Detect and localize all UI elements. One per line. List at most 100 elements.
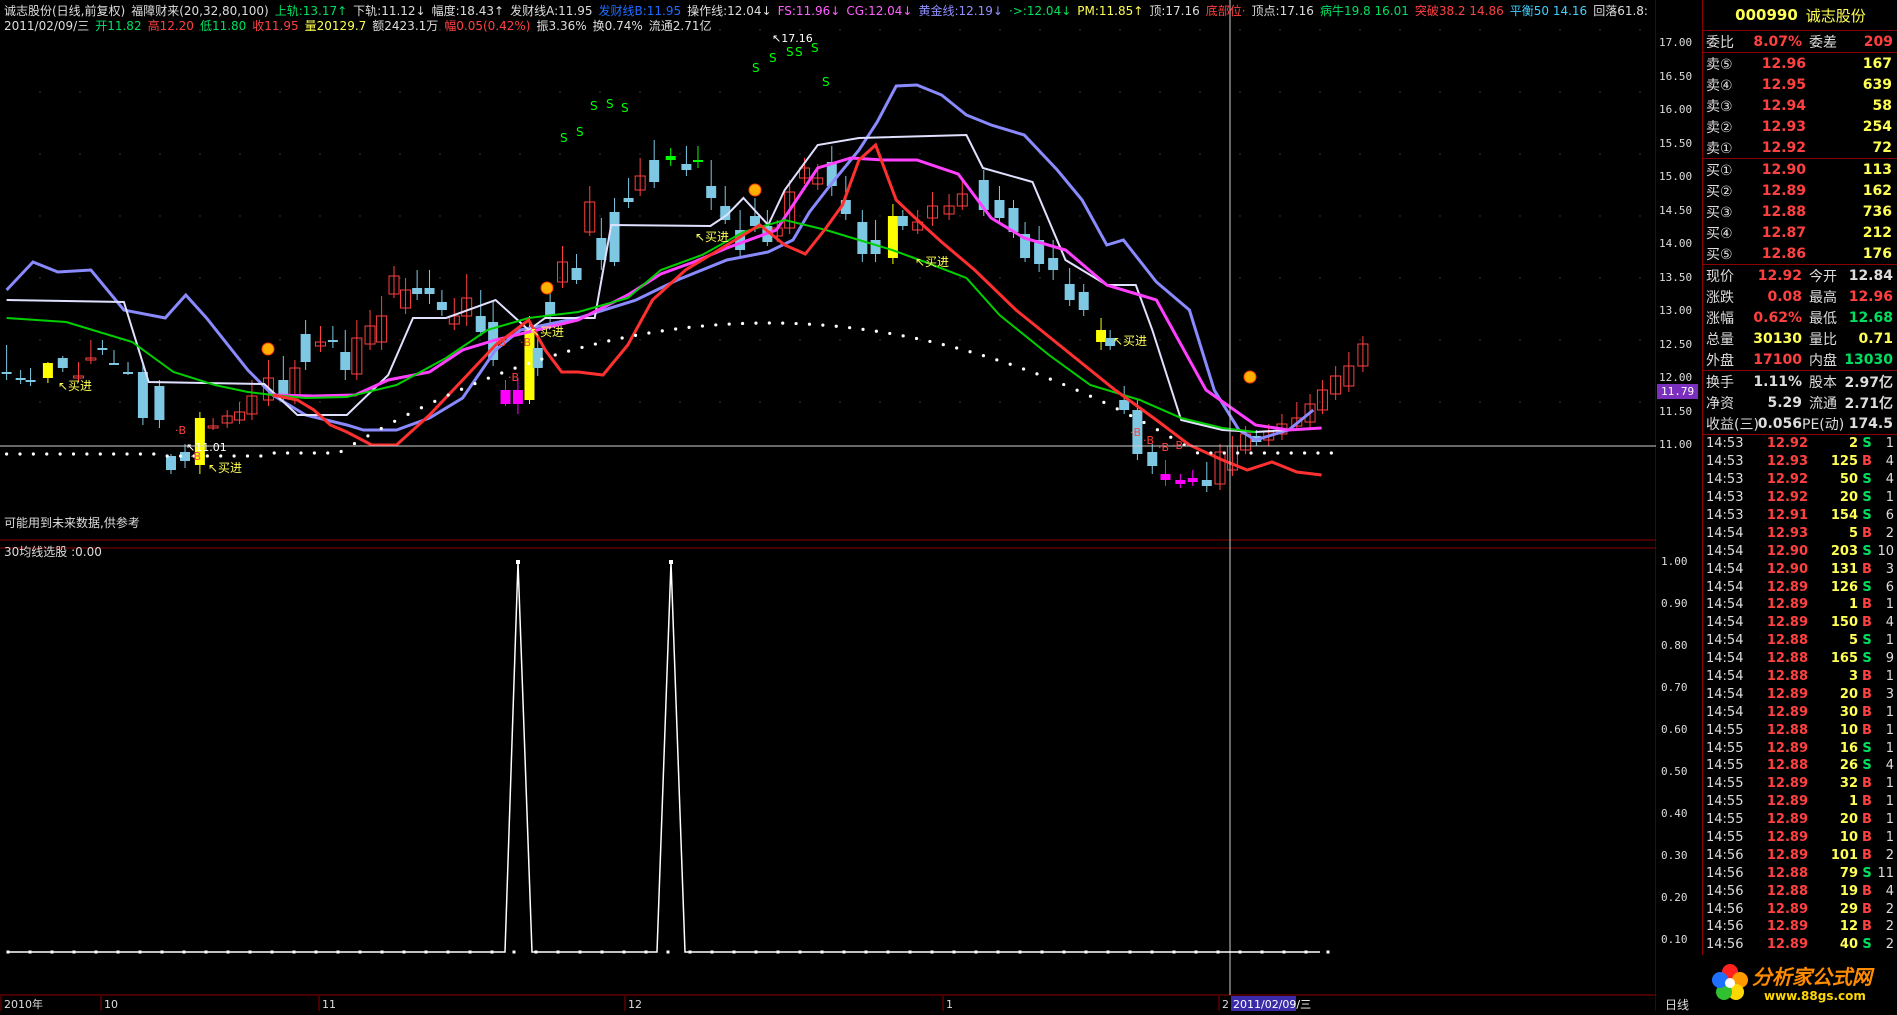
grid-dot	[1399, 277, 1401, 279]
tick-row[interactable]: 14:54 12.90 131 B 3	[1703, 560, 1897, 578]
tick-row[interactable]: 14:54 12.93 5 B 2	[1703, 524, 1897, 542]
tick-row[interactable]: 14:54 12.88 165 S 9	[1703, 650, 1897, 668]
sar-dot	[861, 327, 865, 331]
s-mark: S	[576, 125, 584, 139]
sar-dot	[138, 452, 143, 456]
grid-dot	[1319, 339, 1321, 341]
sar-dot	[259, 454, 263, 458]
grid-dot	[1359, 277, 1361, 279]
order-row: 卖④ 12.95 639	[1703, 74, 1897, 95]
grid-dot	[559, 91, 561, 93]
tick-row[interactable]: 14:53 12.92 50 S 4	[1703, 471, 1897, 489]
grid-dot	[879, 215, 881, 217]
candle-body	[857, 222, 868, 254]
tick-row[interactable]: 14:56 12.89 40 S 2	[1703, 936, 1897, 954]
tick-time: 14:54	[1706, 543, 1744, 559]
price-tick: 17.00	[1659, 36, 1693, 49]
date-label: 2010年	[4, 997, 43, 1011]
tick-count: 1	[1885, 669, 1894, 685]
signal-dot	[336, 950, 340, 954]
tick-price: 12.88	[1766, 722, 1808, 738]
b-mark: ·B	[1158, 441, 1169, 454]
tick-time: 14:56	[1706, 901, 1744, 917]
tick-row[interactable]: 14:53 12.93 125 B 4	[1703, 453, 1897, 471]
sub-tick: 0.70	[1661, 681, 1688, 694]
sub-tick: 0.10	[1661, 933, 1688, 946]
order-price: 12.90	[1761, 161, 1806, 178]
tick-row[interactable]: 14:55 12.88 10 B 1	[1703, 721, 1897, 739]
tick-row[interactable]: 14:56 12.89 29 B 2	[1703, 900, 1897, 918]
weibi-row: 委比 8.07% 委差 209	[1703, 31, 1897, 53]
grid-dot	[1119, 29, 1121, 31]
order-price: 12.93	[1761, 118, 1806, 135]
grid-dot	[559, 215, 561, 217]
stat-row: 涨跌 0.08 最高 12.96	[1703, 286, 1897, 307]
grid-dot	[599, 153, 601, 155]
tick-row[interactable]: 14:54 12.88 5 S 1	[1703, 632, 1897, 650]
tick-row[interactable]: 14:55 12.89 20 B 1	[1703, 811, 1897, 829]
kline-chart[interactable]: ↖买进↖买进↖买进↖买进↖买进↖买进·B·B·B ·B·B·B·B·B ·BS SS S…	[0, 0, 1656, 1011]
tick-count: 4	[1885, 615, 1894, 631]
grid-dot	[1319, 277, 1321, 279]
tick-price: 12.88	[1766, 758, 1808, 774]
grid-dot	[719, 339, 721, 341]
grid-dot	[439, 91, 441, 93]
tick-row[interactable]: 14:56 12.89 12 B 2	[1703, 918, 1897, 936]
candle-body	[500, 390, 511, 404]
sar-dot	[848, 326, 852, 330]
tick-row[interactable]: 14:55 12.88 26 S 4	[1703, 757, 1897, 775]
sar-dot	[553, 353, 557, 357]
candle-body	[1078, 292, 1089, 310]
order-volume: 58	[1872, 97, 1892, 114]
candle-body	[25, 380, 36, 382]
tick-row[interactable]: 14:56 12.88 79 S 11	[1703, 864, 1897, 882]
tick-row[interactable]: 14:55 12.89 10 B 1	[1703, 829, 1897, 847]
tick-row[interactable]: 14:54 12.89 20 B 3	[1703, 685, 1897, 703]
grid-dot	[999, 401, 1001, 403]
tick-row[interactable]: 14:54 12.89 30 B 1	[1703, 703, 1897, 721]
candle-body	[15, 378, 26, 380]
sar-dot	[714, 323, 718, 327]
sar-dot	[152, 452, 156, 456]
price-tick: 12.50	[1659, 337, 1693, 351]
sub-tick: 0.60	[1661, 723, 1688, 736]
signal-dot	[1062, 950, 1066, 954]
tick-row[interactable]: 14:53 12.92 20 S 1	[1703, 489, 1897, 507]
ohlc-header: 2011/02/09/三 开11.82 高12.20 低11.80 收11.95 量201…	[4, 17, 717, 34]
grid-dot	[679, 339, 681, 341]
golden-line	[5, 83, 1315, 442]
grid-dot	[1559, 401, 1561, 403]
date-label: 12	[628, 998, 642, 1011]
tick-row[interactable]: 14:54 12.89 150 B 4	[1703, 614, 1897, 632]
grid-dot	[79, 153, 81, 155]
tick-row[interactable]: 14:54 12.89 126 S 6	[1703, 578, 1897, 596]
sub-tick: 0.40	[1661, 807, 1688, 820]
sar-dot	[178, 454, 183, 458]
sar-dot	[379, 426, 383, 431]
tick-row[interactable]: 14:54 12.89 1 B 1	[1703, 596, 1897, 614]
grid-dot	[279, 153, 281, 155]
grid-dot	[479, 401, 481, 403]
grid-dot	[1279, 277, 1281, 279]
tick-row[interactable]: 14:55 12.89 16 S 1	[1703, 739, 1897, 757]
grid-dot	[239, 339, 241, 341]
grid-dot	[759, 339, 761, 341]
signal-dot	[1282, 950, 1286, 954]
price-tick: 16.00	[1659, 103, 1693, 116]
candle-body	[1064, 284, 1075, 300]
tick-row[interactable]: 14:55 12.89 1 B 1	[1703, 793, 1897, 811]
tick-list[interactable]: 14:53 12.92 2 S 1 14:53 12.93 125 B 4 14:53 12.92 50…	[1703, 435, 1897, 972]
tick-row[interactable]: 14:56 12.88 19 B 4	[1703, 882, 1897, 900]
tick-row[interactable]: 14:53 12.91 154 S 6	[1703, 507, 1897, 525]
grid-dot	[479, 215, 481, 217]
grid-dot	[79, 339, 81, 341]
tick-row[interactable]: 14:54 12.90 203 S 10	[1703, 542, 1897, 560]
price-tick: 13.50	[1659, 270, 1693, 284]
sar-dot	[125, 452, 129, 456]
tick-row[interactable]: 14:54 12.88 3 B 1	[1703, 668, 1897, 686]
tick-row[interactable]: 14:56 12.89 101 B 2	[1703, 846, 1897, 864]
candle-body	[545, 302, 556, 316]
sar-dot	[406, 412, 410, 416]
tick-row[interactable]: 14:55 12.89 32 B 1	[1703, 775, 1897, 793]
tick-row[interactable]: 14:53 12.92 2 S 1	[1703, 435, 1897, 453]
